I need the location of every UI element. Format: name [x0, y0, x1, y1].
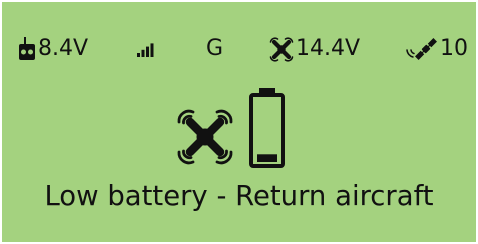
- remote-controller-status: 8.4V: [18, 32, 88, 66]
- signal-bar: [150, 43, 154, 57]
- center-status-icons: [2, 86, 476, 168]
- aircraft-voltage: 14.4V: [296, 36, 361, 61]
- satellite-count: 10: [440, 36, 468, 61]
- remote-controller-voltage: 8.4V: [38, 36, 89, 61]
- signal-status: [137, 32, 159, 66]
- gps-mode-status: G: [206, 32, 223, 66]
- battery-level-fill: [257, 154, 277, 162]
- status-bar: 8.4V G 14.4V 10: [2, 32, 476, 66]
- signal-bar: [141, 49, 145, 57]
- aircraft-drone-icon: [269, 36, 294, 62]
- aircraft-drone-icon: [177, 109, 233, 165]
- warning-message: Low battery - Return aircraft: [44, 180, 434, 212]
- aircraft-battery-status: 14.4V: [268, 32, 360, 66]
- battery-low-icon: [249, 88, 285, 168]
- gps-mode-label: G: [206, 36, 224, 61]
- satellite-icon: [406, 38, 437, 60]
- signal-bar: [146, 46, 149, 57]
- signal-bar: [155, 40, 158, 57]
- remote-controller-icon: [19, 37, 35, 60]
- signal-bar: [137, 53, 140, 57]
- satellite-status: 10: [404, 32, 468, 66]
- signal-strength-icon: [137, 40, 158, 57]
- lcd-screen: 8.4V G 14.4V 10 Low battery - Return air…: [2, 2, 476, 242]
